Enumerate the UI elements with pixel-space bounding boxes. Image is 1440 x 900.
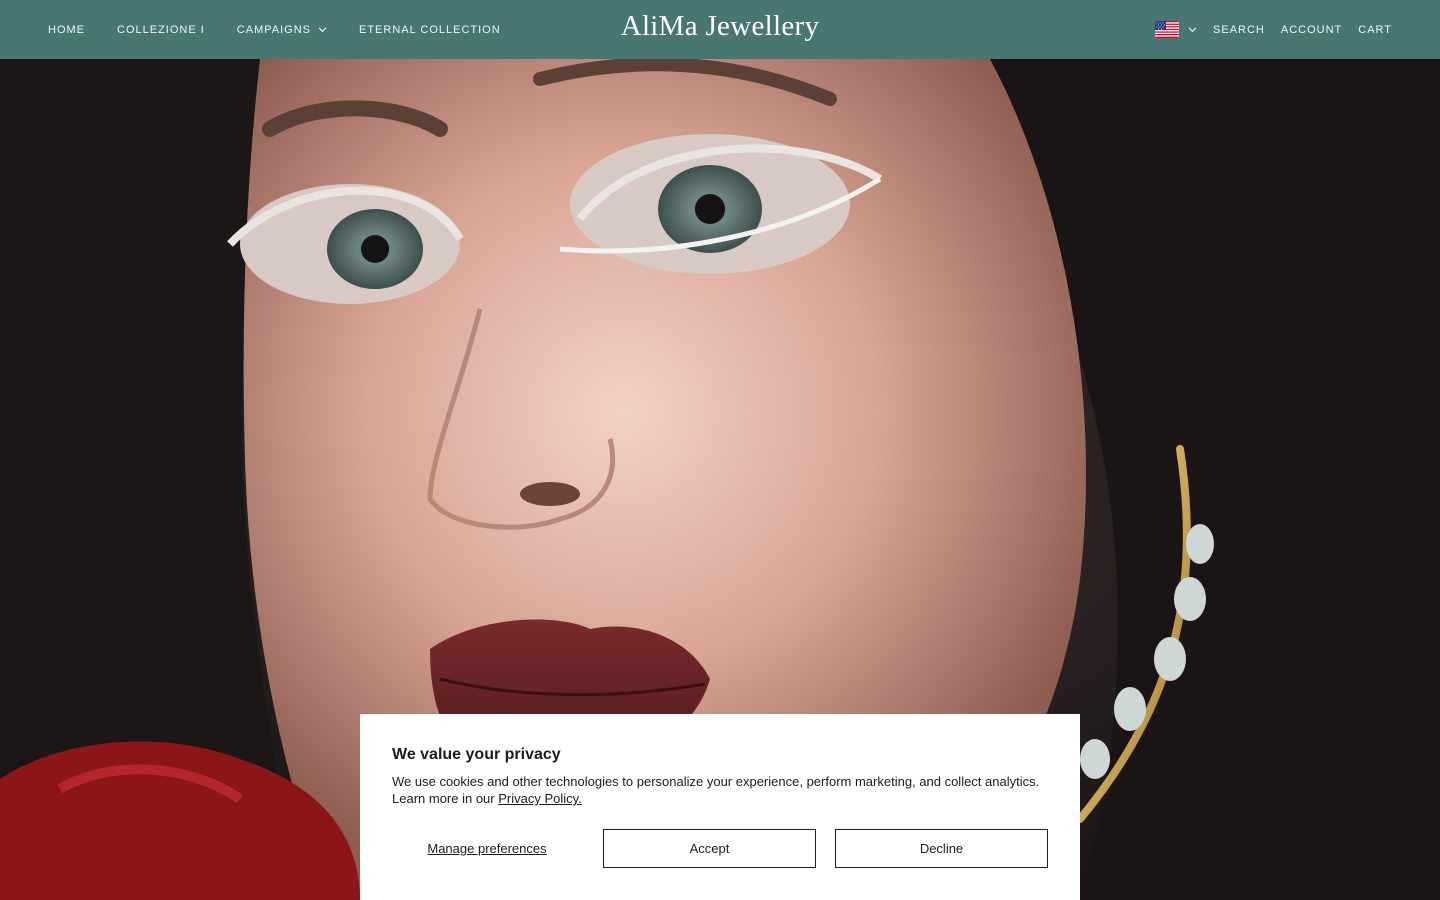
cart-label: CART	[1358, 23, 1392, 36]
accept-button[interactable]: Accept	[603, 829, 816, 868]
cookie-body-text: We use cookies and other technologies to…	[392, 774, 1040, 806]
utility-nav: SEARCH ACCOUNT CART	[1155, 0, 1392, 59]
privacy-policy-link[interactable]: Privacy Policy.	[498, 791, 582, 806]
currency-selector[interactable]	[1155, 21, 1197, 38]
manage-preferences-button[interactable]: Manage preferences	[392, 829, 582, 868]
logo-text[interactable]: AliMa Jewellery	[621, 10, 820, 42]
cookie-title: We value your privacy	[392, 746, 561, 763]
account-link[interactable]: ACCOUNT	[1281, 24, 1342, 36]
chevron-down-icon	[1188, 27, 1197, 33]
account-label: ACCOUNT	[1280, 23, 1343, 36]
cookie-consent-banner: We value your privacy We use cookies and…	[360, 714, 1080, 900]
us-flag-icon	[1155, 21, 1180, 38]
search-label: SEARCH	[1213, 23, 1265, 36]
search-link[interactable]: SEARCH	[1213, 24, 1265, 36]
cart-link[interactable]: CART	[1358, 24, 1392, 36]
cookie-actions: Manage preferences Accept Decline	[392, 829, 1048, 868]
decline-button[interactable]: Decline	[835, 829, 1048, 868]
cookie-body: We use cookies and other technologies to…	[392, 773, 1048, 807]
site-header: HOME COLLEZIONE I CAMPAIGNS ETERNAL COLL…	[0, 0, 1440, 59]
